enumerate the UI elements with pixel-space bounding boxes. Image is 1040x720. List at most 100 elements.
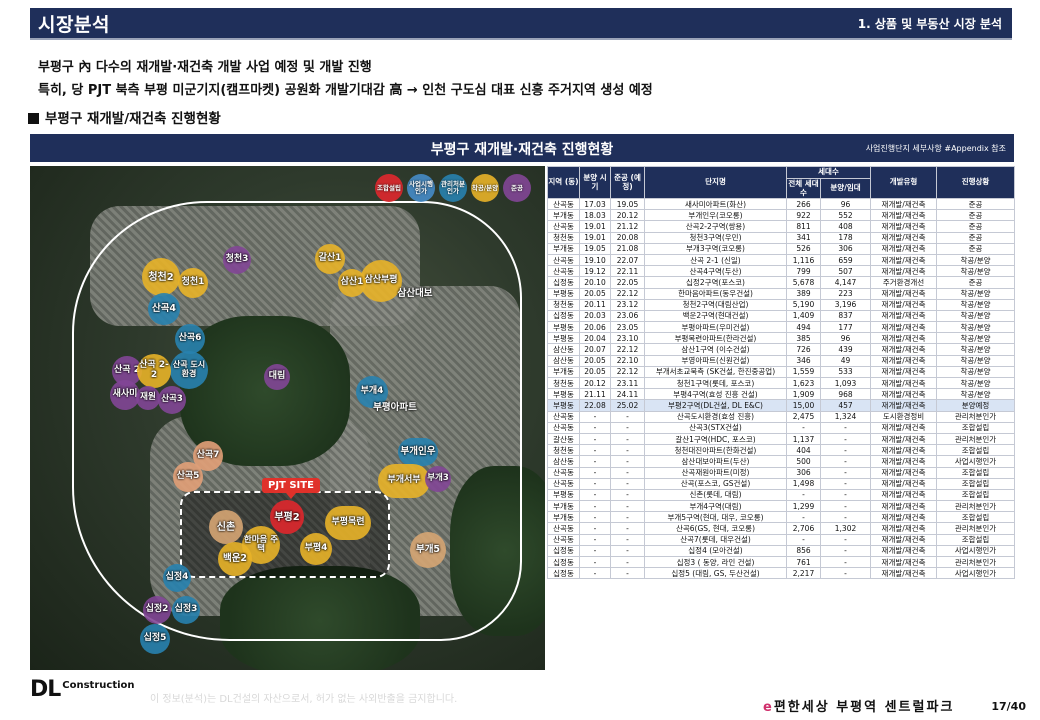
table-cell: 1,409 xyxy=(786,309,821,323)
table-cell: - xyxy=(579,477,611,490)
table-cell: 2,217 xyxy=(786,567,821,580)
map-marker: 부평4 xyxy=(300,533,332,565)
table-cell: - xyxy=(579,488,611,502)
table-cell: 삼산동 xyxy=(547,343,580,356)
table-cell: 재개발/재건축 xyxy=(870,242,938,255)
table-cell: 341 xyxy=(786,231,821,244)
table-cell: - xyxy=(819,511,872,524)
table-cell: 19.01 xyxy=(579,231,611,244)
table-row: 십정동 20.03 23.06 백운2구역(현대건설) 1,409 837 재개발/재건축 착… xyxy=(547,309,1016,323)
table-cell: 관리처분인가 xyxy=(936,500,1016,513)
table-cell: 관리처분인가 xyxy=(936,555,1016,569)
map-marker: 산곡 도시 환경 xyxy=(170,351,208,389)
table-body: 산곡동 17.03 19.05 새사미아파트(화산) 266 96 재개발/재건축 준공 부개동… xyxy=(547,197,1016,580)
table-cell: 재개발/재건축 xyxy=(870,343,938,356)
table-row: 부평동 - - 신촌(롯데, 대림) - - 재개발/재건축 조합설립 xyxy=(547,488,1016,502)
table-cell: 부개동 xyxy=(547,511,580,524)
table-row: 부평동 20.06 23.05 부평아파트(우미건설) 494 177 재개발/재건축 착공/… xyxy=(547,321,1016,334)
table-cell: 재개발/재건축 xyxy=(870,376,938,390)
table-cell: - xyxy=(610,555,645,569)
table-cell: 부평동 xyxy=(547,287,580,300)
table-row: 십정동 20.10 22.05 십정2구역(포스코) 5,678 4,147 주거환경개선 준… xyxy=(547,276,1016,289)
map-marker: 부개3 xyxy=(425,466,451,492)
table-cell: - xyxy=(579,410,611,423)
pjt-site-label: PJT SITE xyxy=(262,478,320,499)
table-cell: 재개발/재건축 xyxy=(870,488,938,502)
table-cell: 재개발/재건축 xyxy=(870,321,938,334)
table-cell: - xyxy=(610,421,645,434)
table-cell: 십정동 xyxy=(547,567,580,580)
table-cell: 신촌(롯데, 대림) xyxy=(644,488,787,502)
table-cell: 한마음아파트(동우건설) xyxy=(644,287,787,300)
map-marker: 십정2 xyxy=(143,596,171,624)
table-cell: 부개4구역(대림) xyxy=(644,500,787,513)
district-map: 조합설립 사업시행 인가 관리처분 인가 착공/분양 준공 PJT SITE 청… xyxy=(30,166,545,670)
table-cell: - xyxy=(786,421,821,434)
table-row: 부개동 18.03 20.12 부개인우(코오롱) 922 552 재개발/재건축 준공 xyxy=(547,209,1016,222)
table-cell: - xyxy=(819,533,872,546)
table-cell: - xyxy=(610,567,645,580)
table-cell: - xyxy=(819,500,872,513)
table-cell: 526 xyxy=(786,242,821,255)
table-cell: 준공 xyxy=(936,209,1016,222)
table-cell: - xyxy=(610,488,645,502)
panel-note: 사업진행단지 세부사항 #Appendix 참조 xyxy=(865,144,1006,153)
table-cell: 346 xyxy=(786,354,821,367)
table-cell: 20.05 xyxy=(579,287,611,300)
table-cell: 재개발/재건축 xyxy=(870,533,938,546)
table-cell: 306 xyxy=(819,242,872,255)
map-marker: 청천1 xyxy=(178,268,208,298)
table-cell: 19.10 xyxy=(579,253,611,267)
table-cell: 착공/분양 xyxy=(936,343,1016,356)
table-cell: 552 xyxy=(819,209,872,222)
table-cell: 20.12 xyxy=(579,376,611,390)
map-marker: 산곡4 xyxy=(148,293,180,325)
table-cell: 408 xyxy=(819,220,872,233)
table-cell: 2,706 xyxy=(786,522,821,535)
table-cell: 재개발/재건축 xyxy=(870,500,938,513)
table-row: 청천동 20.11 23.12 청천2구역(대림산업) 5,190 3,196 재개발/재건… xyxy=(547,298,1016,311)
table-cell: - xyxy=(819,421,872,434)
table-cell: 산곡동 xyxy=(547,533,580,546)
table-cell: 22.08 xyxy=(579,399,611,412)
table-cell: 부평동 xyxy=(547,332,580,345)
legend-item: 사업시행 인가 xyxy=(407,174,435,202)
table-cell: 산곡동 xyxy=(547,220,580,233)
table-cell: 사업시행인가 xyxy=(936,544,1016,558)
table-cell: 재개발/재건축 xyxy=(870,421,938,434)
table-cell: 갈산1구역(HDC, 포스코) xyxy=(644,432,787,446)
page-subtitle: 1. 상품 및 부동산 시장 분석 xyxy=(857,17,1002,31)
table-cell: 177 xyxy=(819,321,872,334)
legend-item: 조합설립 xyxy=(375,174,403,202)
table-row: 산곡동 - - 산곡7(롯데, 대우건설) - - 재개발/재건축 조합설립 xyxy=(547,533,1016,546)
table-cell: 새사미아파트(화산) xyxy=(644,197,787,211)
table-row: 십정동 - - 십정3 ( 동양, 라인 건설) 761- 재개발/재건축 관리처분인가 xyxy=(547,555,1016,569)
table-cell: 산곡동 xyxy=(547,421,580,434)
table-cell: 산곡 2-1 (신일) xyxy=(644,253,787,267)
table-cell: 산곡동 xyxy=(547,265,580,278)
table-cell: 재개발/재건축 xyxy=(870,332,938,345)
table-cell: 837 xyxy=(819,309,872,323)
table-cell: - xyxy=(579,466,611,479)
table-cell: 23.06 xyxy=(610,309,645,323)
table-cell: 21.08 xyxy=(610,242,645,255)
table-cell: 재개발/재건축 xyxy=(870,354,938,367)
table-cell: - xyxy=(819,544,872,558)
map-marker: 산곡5 xyxy=(173,462,203,492)
table-cell: 착공/분양 xyxy=(936,298,1016,311)
table-cell: - xyxy=(579,432,611,446)
map-marker: 십정5 xyxy=(140,624,170,654)
table-cell: 삼산동 xyxy=(547,354,580,367)
col-header-status: 진행상황 xyxy=(936,166,1016,199)
table-cell: 1,116 xyxy=(786,253,821,267)
table-cell: 산곡동 xyxy=(547,466,580,479)
table-row: 산곡동 - - 산곡3(STX건설) - - 재개발/재건축 조합설립 xyxy=(547,421,1016,434)
map-label: 삼산대보 xyxy=(397,287,433,299)
table-cell: 재개발/재건축 xyxy=(870,466,938,479)
table-cell: 23.10 xyxy=(610,332,645,345)
table-cell: 부평목련아파트(한라건설) xyxy=(644,332,787,345)
table-cell: 조합설립 xyxy=(936,421,1016,434)
table-cell: 사업시행인가 xyxy=(936,455,1016,468)
table-cell: 십정4 (모아건설) xyxy=(644,544,787,558)
table-cell: 분양예정 xyxy=(936,399,1016,412)
